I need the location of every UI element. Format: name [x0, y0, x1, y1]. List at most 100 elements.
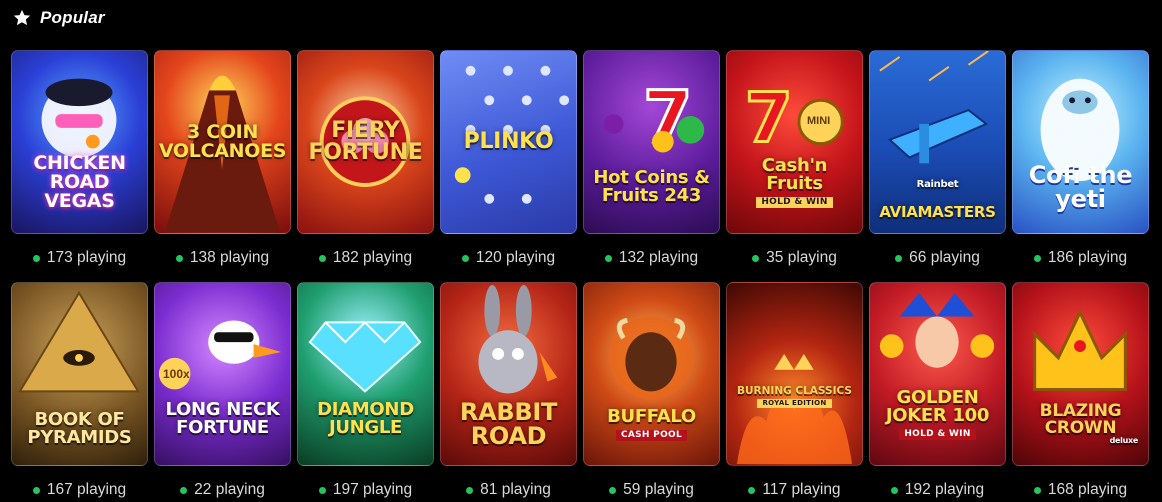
game-tile-long-neck-fortune[interactable]: 100x LONG NECK FORTUNE 22 playing	[154, 282, 291, 499]
player-count-text: 168 playing	[1047, 481, 1128, 498]
game-thumbnail[interactable]: 100x LONG NECK FORTUNE	[154, 282, 291, 466]
player-count-text: 182 playing	[332, 249, 413, 266]
player-count: 117 playing	[748, 481, 841, 499]
player-count: 186 playing	[1033, 249, 1128, 267]
online-dot-icon	[748, 486, 756, 494]
online-dot-icon	[752, 254, 760, 262]
online-dot-icon	[895, 254, 903, 262]
game-title: Cofi the yeti	[1028, 161, 1133, 213]
player-count: 120 playing	[461, 249, 556, 267]
game-title: CHICKEN ROAD Vegas	[33, 151, 126, 212]
mini-badge: MINI	[807, 115, 831, 127]
online-dot-icon	[461, 254, 469, 262]
player-count: 59 playing	[609, 481, 694, 499]
game-tile-rabbit-road[interactable]: RABBIT ROAD 81 playing	[440, 282, 577, 499]
game-tile-aviamasters[interactable]: Rainbet AVIAMASTERS 66 playing	[869, 50, 1006, 267]
game-title: LONG NECK FORTUNE	[165, 399, 280, 438]
online-dot-icon	[318, 486, 326, 494]
game-tile-buffalo-cash-pool[interactable]: BUFFALO CASH POOL 59 playing	[583, 282, 720, 499]
player-count-text: 120 playing	[475, 249, 556, 266]
game-thumbnail[interactable]: Rainbet AVIAMASTERS	[869, 50, 1006, 234]
game-subtitle: CASH POOL	[615, 429, 688, 441]
player-count-text: 59 playing	[623, 481, 694, 498]
online-dot-icon	[1033, 486, 1041, 494]
flames-art-icon	[736, 353, 853, 465]
game-thumbnail[interactable]: BOOK OF PYRAMIDS	[11, 282, 148, 466]
game-thumbnail[interactable]: 7 Cash'n Fruits HOLD & WIN MINI	[726, 50, 863, 234]
game-title: GOLDEN JOKER 100 HOLD & WIN	[870, 371, 1005, 458]
game-thumbnail[interactable]: DIAMOND JUNGLE	[297, 282, 434, 466]
game-thumbnail[interactable]: GOLDEN JOKER 100 HOLD & WIN	[869, 282, 1006, 466]
game-title-text: BURNING CLASSICS	[737, 385, 852, 398]
game-tile-plinko[interactable]: PLINKO 120 playing	[440, 50, 577, 267]
player-count-text: 186 playing	[1047, 249, 1128, 266]
player-count-text: 81 playing	[480, 481, 551, 498]
game-title: DIAMOND JUNGLE	[317, 399, 414, 438]
game-thumbnail[interactable]: 7 Hot Coins & Fruits 243	[583, 50, 720, 234]
game-title-text: BUFFALO	[607, 405, 696, 427]
popular-games-section: Popular CHICKEN ROAD Vegas 173 playing	[0, 0, 1162, 502]
game-tile-golden-joker-100[interactable]: GOLDEN JOKER 100 HOLD & WIN 192 playing	[869, 282, 1006, 499]
game-thumbnail[interactable]: PLINKO	[440, 50, 577, 234]
game-title: BUFFALO CASH POOL	[601, 390, 702, 459]
online-dot-icon	[1033, 254, 1041, 262]
player-count: 22 playing	[180, 481, 265, 499]
game-title: 3 COIN VOLCANOES	[158, 121, 287, 162]
online-dot-icon	[32, 486, 40, 494]
player-count: 66 playing	[895, 249, 980, 267]
star-icon	[13, 9, 31, 26]
game-title: BOOK OF PYRAMIDS	[27, 409, 132, 448]
game-subtitle: HOLD & WIN	[756, 196, 833, 208]
player-count-text: 22 playing	[194, 481, 265, 498]
game-row-2: BOOK OF PYRAMIDS 167 playing 100x LONG N…	[11, 282, 1149, 499]
player-count-text: 197 playing	[332, 481, 413, 498]
online-dot-icon	[466, 486, 474, 494]
game-thumbnail[interactable]: CHICKEN ROAD Vegas	[11, 50, 148, 234]
player-count-text: 138 playing	[189, 249, 270, 266]
player-count-text: 66 playing	[909, 249, 980, 266]
game-thumbnail[interactable]: BUFFALO CASH POOL	[583, 282, 720, 466]
game-thumbnail[interactable]: BURNING CLASSICS ROYAL EDITION	[726, 282, 863, 466]
game-title-text: BLAZING CROWN	[1039, 401, 1122, 438]
game-thumbnail[interactable]: RABBIT ROAD	[440, 282, 577, 466]
player-count: 173 playing	[32, 249, 127, 267]
player-count: 132 playing	[604, 249, 698, 267]
section-title: Popular	[40, 8, 105, 27]
player-count: 192 playing	[890, 481, 984, 499]
game-tile-cashn-fruits[interactable]: 7 Cash'n Fruits HOLD & WIN MINI 35 playi…	[726, 50, 863, 267]
player-count: 81 playing	[466, 481, 551, 499]
game-title: BURNING CLASSICS ROYAL EDITION	[731, 376, 858, 419]
game-tile-hot-coins-fruits[interactable]: 7 Hot Coins & Fruits 243 132 playing	[583, 50, 720, 267]
player-count-text: 173 playing	[46, 249, 127, 266]
player-count: 197 playing	[318, 481, 413, 499]
player-count: 182 playing	[318, 249, 413, 267]
game-title: BLAZING CROWN deluxe	[1013, 386, 1148, 462]
game-tile-cofi-the-yeti[interactable]: Cofi the yeti 186 playing	[1012, 50, 1149, 267]
game-tile-book-of-pyramids[interactable]: BOOK OF PYRAMIDS 167 playing	[11, 282, 148, 499]
game-title: Hot Coins & Fruits 243	[593, 167, 710, 206]
game-thumbnail[interactable]: Cofi the yeti	[1012, 50, 1149, 234]
game-tile-chicken-road-vegas[interactable]: CHICKEN ROAD Vegas 173 playing	[11, 50, 148, 267]
player-count-text: 35 playing	[766, 249, 837, 266]
game-tile-diamond-jungle[interactable]: DIAMOND JUNGLE 197 playing	[297, 282, 434, 499]
game-thumbnail[interactable]: BLAZING CROWN deluxe	[1012, 282, 1149, 466]
game-title-text: GOLDEN JOKER 100	[885, 386, 990, 426]
game-title: Cash'n Fruits HOLD & WIN	[727, 139, 862, 226]
svg-text:7: 7	[643, 76, 692, 159]
game-tile-3-coin-volcanoes[interactable]: 3 COIN VOLCANOES 138 playing	[154, 50, 291, 267]
game-thumbnail[interactable]: FIERY FORTUNE	[297, 50, 434, 234]
game-tile-fiery-fortune[interactable]: FIERY FORTUNE 182 playing	[297, 50, 434, 267]
player-count: 35 playing	[752, 249, 837, 267]
game-thumbnail[interactable]: 3 COIN VOLCANOES	[154, 50, 291, 234]
game-tile-burning-classics[interactable]: BURNING CLASSICS ROYAL EDITION 117 playi…	[726, 282, 863, 499]
game-title-text: Cash'n Fruits	[761, 154, 828, 194]
game-title: FIERY FORTUNE	[308, 118, 423, 165]
game-title: Rainbet AVIAMASTERS	[873, 165, 1001, 220]
brand-label: Rainbet	[916, 178, 959, 190]
player-count: 168 playing	[1033, 481, 1128, 499]
online-dot-icon	[175, 254, 183, 262]
player-count: 167 playing	[32, 481, 126, 499]
game-subtitle: HOLD & WIN	[899, 428, 976, 440]
game-tile-blazing-crown[interactable]: BLAZING CROWN deluxe 168 playing	[1012, 282, 1149, 499]
online-dot-icon	[32, 254, 40, 262]
